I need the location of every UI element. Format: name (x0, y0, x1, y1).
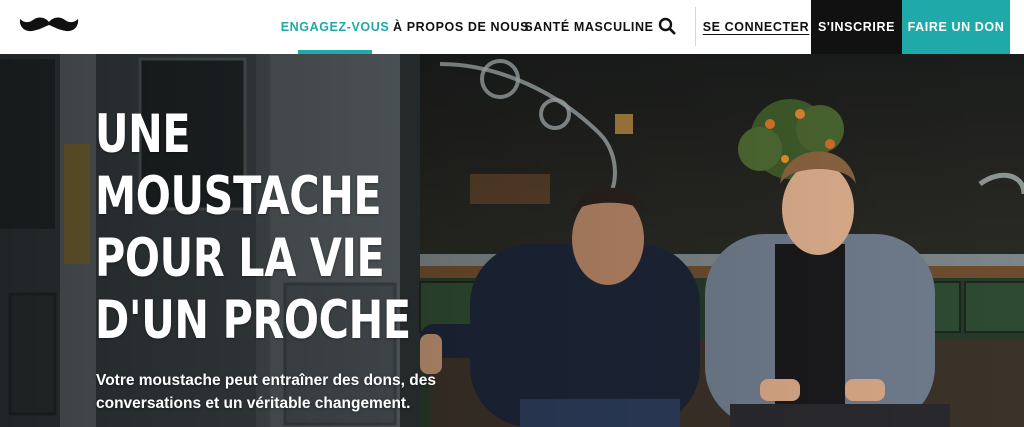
hero-title: UNE MOUSTACHE POUR LA VIE D'UN PROCHE (95, 104, 411, 352)
main-nav: ENGAGEZ-VOUS À PROPOS DE NOUS SANTÉ MASC… (281, 0, 653, 54)
signup-button[interactable]: S'INSCRIRE (811, 0, 902, 54)
search-icon (658, 17, 676, 35)
nav-item-engagez-vous[interactable]: ENGAGEZ-VOUS (281, 0, 389, 54)
hero-banner: UNE MOUSTACHE POUR LA VIE D'UN PROCHE Vo… (0, 54, 1024, 427)
hero-title-line: D'UN PROCHE (95, 290, 411, 351)
header-divider (695, 7, 696, 46)
nav-item-a-propos[interactable]: À PROPOS DE NOUS (393, 0, 528, 54)
login-link[interactable]: SE CONNECTER (703, 0, 809, 54)
site-header: ENGAGEZ-VOUS À PROPOS DE NOUS SANTÉ MASC… (0, 0, 1024, 54)
hero-title-line: UNE (95, 104, 191, 165)
nav-item-sante-masculine[interactable]: SANTÉ MASCULINE (524, 0, 653, 54)
donate-button[interactable]: FAIRE UN DON (902, 0, 1010, 54)
page: ENGAGEZ-VOUS À PROPOS DE NOUS SANTÉ MASC… (0, 0, 1024, 427)
hero-title-line: MOUSTACHE (95, 166, 382, 227)
moustache-logo-icon[interactable] (18, 14, 80, 36)
hero-subtitle: Votre moustache peut entraîner des dons,… (96, 372, 436, 412)
search-button[interactable] (655, 14, 679, 38)
hero-title-line: POUR LA VIE (95, 228, 385, 289)
